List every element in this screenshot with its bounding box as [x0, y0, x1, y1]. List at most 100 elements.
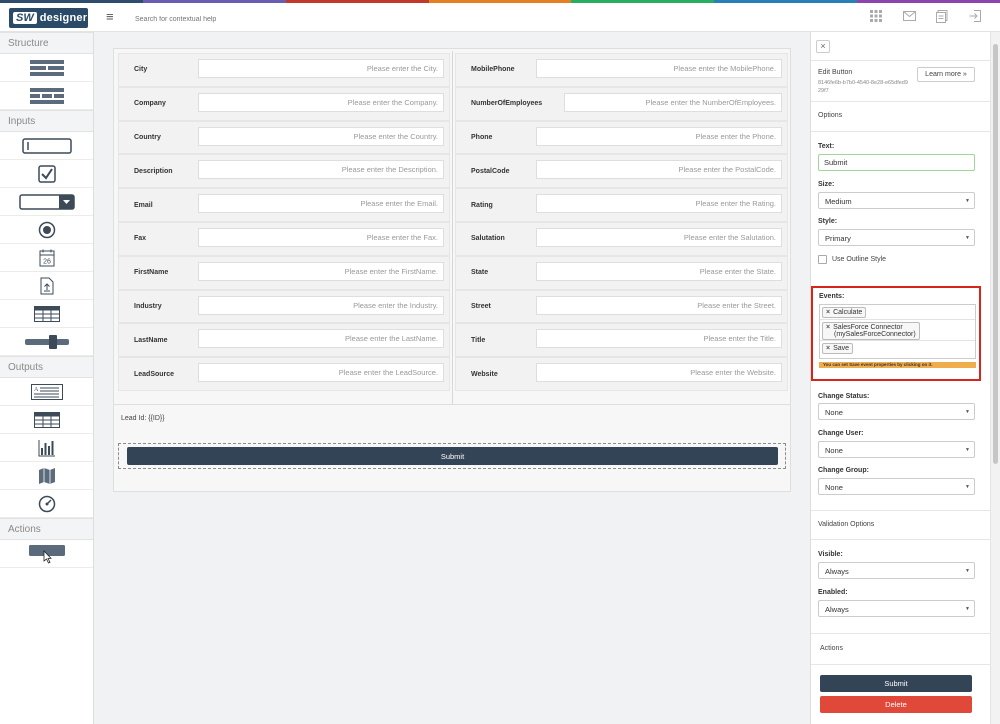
form-field-row[interactable]: Fax — [118, 221, 450, 256]
event-chip-save[interactable]: × Save — [822, 343, 854, 354]
style-select[interactable]: Primary ▼ — [818, 229, 975, 246]
outline-style-checkbox[interactable] — [818, 255, 827, 264]
visible-select[interactable]: Always ▼ — [818, 562, 975, 579]
tool-grid[interactable] — [0, 300, 93, 328]
size-select[interactable]: Medium ▼ — [818, 192, 975, 209]
checkbox-icon — [37, 164, 56, 183]
tool-table-output[interactable] — [0, 406, 93, 434]
tool-date[interactable]: 26 — [0, 244, 93, 272]
change-user-label: Change User: — [818, 430, 864, 437]
event-chip-calculate[interactable]: × Calculate — [822, 307, 867, 318]
form-field-row[interactable]: FirstName — [118, 255, 450, 290]
field-input[interactable] — [198, 160, 444, 180]
form-field-row[interactable]: City — [118, 53, 450, 87]
tool-html-output[interactable]: A — [0, 378, 93, 406]
form-field-row[interactable]: Description — [118, 154, 450, 189]
form-field-row[interactable]: Rating — [455, 188, 788, 222]
mail-icon[interactable] — [902, 10, 916, 24]
panel-scrollbar[interactable] — [990, 32, 1000, 724]
outline-style-row[interactable]: Use Outline Style — [818, 255, 886, 264]
field-input[interactable] — [198, 59, 444, 78]
field-input[interactable] — [536, 59, 782, 78]
tool-checkbox[interactable] — [0, 160, 93, 188]
events-list[interactable]: × Calculate × SalesForce Connector (mySales… — [819, 304, 976, 359]
form-field-row[interactable]: Email — [118, 188, 450, 222]
form-field-row[interactable]: LastName — [118, 323, 450, 358]
field-input[interactable] — [198, 194, 444, 214]
learn-more-button[interactable]: Learn more » — [917, 67, 975, 82]
form-fields-container[interactable]: City Company Country Description Email Fax Fir… — [113, 48, 791, 426]
field-input[interactable] — [564, 92, 782, 112]
field-input[interactable] — [536, 126, 782, 146]
tool-row-layout[interactable] — [0, 54, 93, 82]
field-input[interactable] — [198, 329, 444, 349]
field-label: Phone — [471, 133, 493, 141]
separator — [811, 60, 991, 61]
menu-icon[interactable]: ≡ — [106, 9, 114, 24]
tool-gauge[interactable] — [0, 490, 93, 518]
panel-submit-button[interactable]: Submit — [820, 675, 972, 692]
tool-column-layout[interactable] — [0, 82, 93, 110]
form-field-row[interactable]: NumberOfEmployees — [455, 86, 788, 121]
tool-slider[interactable] — [0, 328, 93, 356]
field-input[interactable] — [536, 194, 782, 214]
submit-container[interactable]: Lead Id: {{ID}} Submit — [113, 404, 791, 492]
scrollbar-thumb[interactable] — [993, 44, 998, 464]
tool-map[interactable] — [0, 462, 93, 490]
app-logo[interactable]: SW designer — [9, 8, 88, 28]
tool-button[interactable] — [0, 540, 93, 568]
lead-id-label: Lead Id: {{ID}} — [121, 415, 165, 422]
tool-text-input[interactable] — [0, 132, 93, 160]
panel-delete-button[interactable]: Delete — [820, 696, 972, 713]
form-field-row[interactable]: Company — [118, 86, 450, 121]
change-group-select[interactable]: None ▼ — [818, 478, 975, 495]
style-select-value: Primary — [825, 234, 851, 243]
form-field-row[interactable]: MobilePhone — [455, 53, 788, 87]
change-user-select[interactable]: None ▼ — [818, 441, 975, 458]
button-text-input[interactable] — [818, 154, 975, 171]
enabled-select[interactable]: Always ▼ — [818, 600, 975, 617]
field-input[interactable] — [536, 363, 782, 383]
field-input[interactable] — [536, 160, 782, 180]
tool-chart[interactable] — [0, 434, 93, 462]
sign-out-icon[interactable] — [968, 10, 982, 24]
dropdown-icon — [18, 193, 75, 210]
tool-radio[interactable] — [0, 216, 93, 244]
form-field-row[interactable]: Salutation — [455, 221, 788, 256]
field-input[interactable] — [198, 363, 444, 383]
field-label: Rating — [471, 201, 493, 209]
form-field-row[interactable]: Industry — [118, 289, 450, 324]
tool-file-upload[interactable] — [0, 272, 93, 300]
close-panel-button[interactable]: × — [816, 40, 830, 53]
form-submit-button[interactable]: Submit — [127, 447, 778, 465]
field-input[interactable] — [198, 92, 444, 112]
field-input[interactable] — [536, 295, 782, 315]
field-input[interactable] — [536, 261, 782, 281]
form-field-row[interactable]: Phone — [455, 120, 788, 155]
form-field-row[interactable]: LeadSource — [118, 357, 450, 391]
event-chip-salesforce[interactable]: × SalesForce Connector (mySalesForceConnec… — [822, 322, 920, 340]
remove-icon[interactable]: × — [826, 324, 830, 331]
contextual-help-search-input[interactable] — [135, 13, 435, 25]
field-input[interactable] — [198, 227, 444, 247]
radio-icon — [38, 221, 55, 238]
form-field-row[interactable]: Website — [455, 357, 788, 391]
text-input-icon — [21, 137, 72, 154]
tool-dropdown[interactable] — [0, 188, 93, 216]
field-input[interactable] — [536, 227, 782, 247]
form-field-row[interactable]: State — [455, 255, 788, 290]
field-label: Title — [471, 336, 486, 344]
remove-icon[interactable]: × — [826, 309, 830, 316]
form-field-row[interactable]: Country — [118, 120, 450, 155]
field-input[interactable] — [198, 295, 444, 315]
grid-icon[interactable] — [869, 10, 883, 24]
form-field-row[interactable]: Street — [455, 289, 788, 324]
form-field-row[interactable]: Title — [455, 323, 788, 358]
field-input[interactable] — [198, 261, 444, 281]
change-status-select[interactable]: None ▼ — [818, 403, 975, 420]
field-input[interactable] — [198, 126, 444, 146]
remove-icon[interactable]: × — [826, 345, 830, 352]
document-icon[interactable] — [935, 10, 949, 24]
field-input[interactable] — [536, 329, 782, 349]
form-field-row[interactable]: PostalCode — [455, 154, 788, 189]
